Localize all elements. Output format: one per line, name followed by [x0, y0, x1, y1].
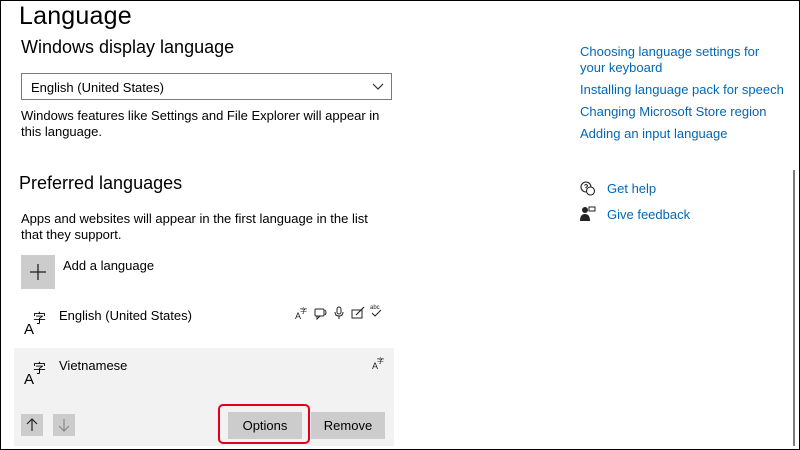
language-icon: A 字 [24, 312, 46, 336]
handwriting-icon [351, 306, 365, 319]
display-language-icon: A 字 [372, 356, 384, 370]
scrollbar[interactable] [793, 170, 795, 446]
give-feedback-link[interactable]: Give feedback [607, 207, 690, 223]
language-name: Vietnamese [59, 358, 128, 373]
move-up-button[interactable] [21, 414, 43, 436]
display-language-dropdown[interactable]: English (United States) [21, 73, 392, 100]
language-name: English (United States) [59, 308, 192, 323]
language-icon: A 字 [24, 362, 46, 386]
give-feedback-icon [580, 206, 596, 221]
add-language-label[interactable]: Add a language [63, 258, 154, 273]
options-highlight-box [218, 404, 310, 444]
link-choosing-keyboard-settings[interactable]: Choosing language settings for your keyb… [580, 44, 780, 76]
display-language-heading: Windows display language [21, 37, 235, 57]
speech-recognition-icon [334, 306, 344, 319]
remove-button[interactable]: Remove [311, 412, 385, 439]
preferred-languages-heading: Preferred languages [19, 173, 183, 193]
page-title: Language [19, 2, 132, 30]
plus-icon [30, 264, 46, 280]
display-language-icon: A 字 [295, 306, 307, 320]
display-language-value: English (United States) [31, 80, 164, 95]
arrow-up-icon [26, 418, 38, 431]
move-down-button[interactable] [53, 414, 75, 436]
link-adding-input-language[interactable]: Adding an input language [580, 126, 790, 142]
add-language-button[interactable] [21, 255, 55, 289]
display-language-description: Windows features like Settings and File … [21, 108, 380, 139]
chevron-down-icon [372, 83, 384, 90]
svg-text:字: 字 [300, 306, 307, 315]
language-item-english[interactable]: A 字 English (United States) A 字 abc [14, 298, 394, 346]
svg-text:abc: abc [370, 305, 380, 311]
svg-text:字: 字 [377, 356, 384, 365]
preferred-languages-description: Apps and websites will appear in the fir… [21, 211, 368, 242]
spell-check-icon: abc [370, 305, 382, 317]
arrow-down-icon [58, 419, 70, 432]
svg-text:字: 字 [33, 312, 46, 327]
svg-text:字: 字 [33, 362, 46, 377]
link-changing-store-region[interactable]: Changing Microsoft Store region [580, 104, 790, 120]
get-help-link[interactable]: Get help [607, 181, 656, 197]
text-to-speech-icon [314, 308, 327, 320]
link-installing-speech-pack[interactable]: Installing language pack for speech [580, 82, 790, 98]
get-help-icon [580, 181, 596, 196]
